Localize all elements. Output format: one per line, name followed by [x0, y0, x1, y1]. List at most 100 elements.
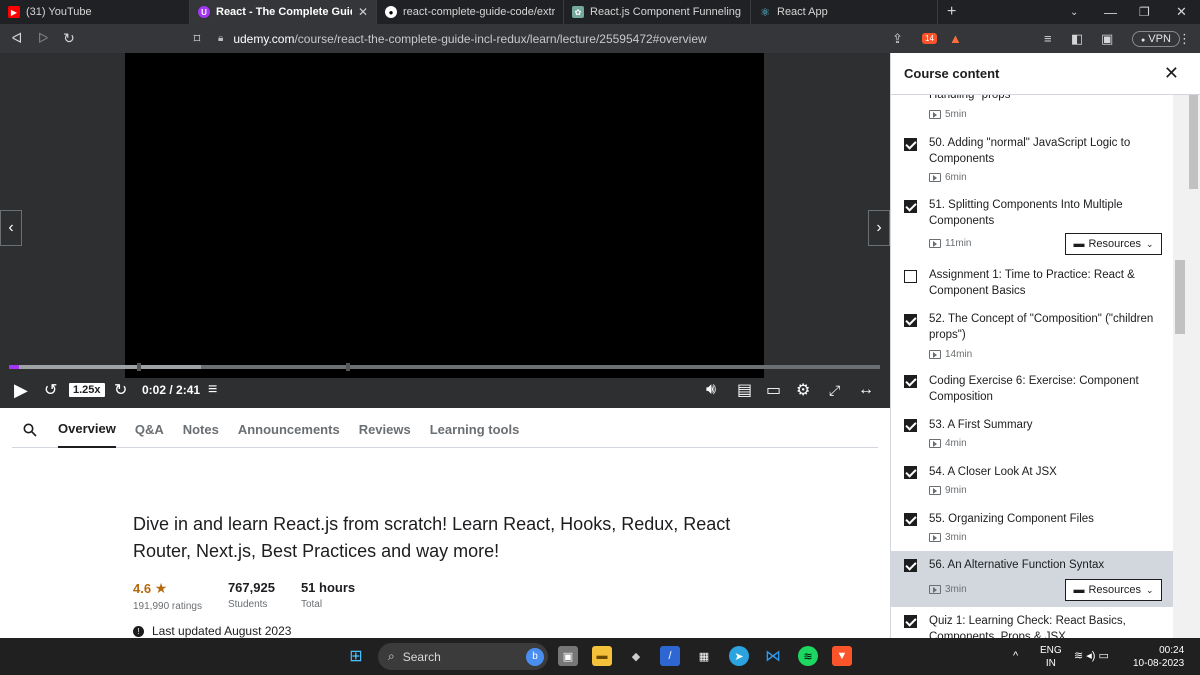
- store-icon[interactable]: ▦: [694, 646, 714, 666]
- tab-overview[interactable]: Overview: [58, 412, 116, 448]
- chevron-down-icon: ⌄: [1146, 238, 1154, 249]
- restore-button[interactable]: ❐: [1139, 0, 1150, 24]
- completed-checkbox[interactable]: [904, 314, 917, 327]
- windows-start-icon[interactable]: ⊞: [346, 646, 366, 666]
- sidebar-toggle-icon[interactable]: ◧: [1071, 24, 1083, 53]
- brave-rewards-icon[interactable]: ▲: [949, 24, 962, 53]
- close-tab-icon[interactable]: ✕: [352, 5, 368, 19]
- task-view-icon[interactable]: ▣: [558, 646, 578, 666]
- fullscreen-icon[interactable]: ⤢: [829, 382, 840, 399]
- back-icon[interactable]: ᐊ: [4, 30, 30, 47]
- tab-announcements[interactable]: Announcements: [238, 412, 340, 448]
- minimize-button[interactable]: —: [1104, 0, 1117, 24]
- new-tab-button[interactable]: +: [947, 0, 956, 24]
- page-scrollbar[interactable]: [1187, 95, 1200, 638]
- close-sidebar-icon[interactable]: ✕: [1164, 63, 1179, 84]
- url-field[interactable]: 🔒︎ udemy.com /course/react-the-complete-…: [218, 28, 968, 49]
- bookmark-icon[interactable]: ⌑: [184, 31, 210, 47]
- file-explorer-icon[interactable]: ▬: [592, 646, 612, 666]
- search-icon[interactable]: [12, 412, 48, 448]
- tab-qa[interactable]: Q&A: [135, 412, 164, 448]
- completed-checkbox[interactable]: [904, 615, 917, 628]
- playback-rate-button[interactable]: 1.25x: [69, 383, 105, 397]
- menu-icon[interactable]: ⋮: [1178, 24, 1191, 53]
- app-icon[interactable]: ◆: [626, 646, 646, 666]
- completed-checkbox[interactable]: [904, 466, 917, 479]
- transcript-icon[interactable]: ▤: [737, 380, 752, 400]
- list-item[interactable]: 50. Adding "normal" JavaScript Logic to …: [891, 128, 1174, 190]
- video-frame[interactable]: [125, 53, 764, 378]
- list-item[interactable]: Assignment 1: Time to Practice: React & …: [891, 262, 1174, 306]
- resources-button[interactable]: ▬ Resources ⌄: [1065, 233, 1162, 255]
- tab-udemy[interactable]: U React - The Complete Guide 2023 ✕: [190, 0, 377, 24]
- completed-checkbox[interactable]: [904, 270, 917, 283]
- completed-checkbox[interactable]: [904, 559, 917, 572]
- completed-checkbox[interactable]: [904, 419, 917, 432]
- spotify-icon[interactable]: ≋: [798, 646, 818, 666]
- taskbar-search-label: Search: [402, 649, 441, 664]
- list-item[interactable]: Quiz 1: Learning Check: React Basics, Co…: [891, 607, 1174, 638]
- brave-browser-icon[interactable]: ▼: [832, 646, 852, 666]
- sidebar-scrollbar[interactable]: [1173, 95, 1187, 638]
- course-content-sidebar: Course content ✕ Handling "props" 5min 5…: [890, 53, 1200, 638]
- list-item-current[interactable]: 56. An Alternative Function Syntax 3min …: [891, 551, 1174, 607]
- tab-learning-tools[interactable]: Learning tools: [430, 412, 520, 448]
- rewind-icon[interactable]: ↺: [44, 380, 57, 400]
- video-progress-bar[interactable]: [9, 363, 880, 371]
- list-item[interactable]: 55. Organizing Component Files 3min: [891, 508, 1174, 555]
- volume-icon[interactable]: 🔊︎: [706, 381, 716, 399]
- list-item[interactable]: 51. Splitting Components Into Multiple C…: [891, 190, 1174, 262]
- add-note-icon[interactable]: ≡: [208, 381, 217, 399]
- play-icon[interactable]: ▶: [14, 380, 28, 401]
- list-item[interactable]: 54. A Closer Look At JSX 9min: [891, 461, 1174, 508]
- brave-shield-icon[interactable]: 14: [922, 24, 937, 53]
- tab-youtube[interactable]: ▶ (31) YouTube: [0, 0, 190, 24]
- next-lecture-arrow-icon[interactable]: ›: [868, 210, 890, 246]
- lecture-title: 56. An Alternative Function Syntax: [929, 559, 1105, 571]
- completed-checkbox[interactable]: [904, 200, 917, 213]
- network-volume-battery[interactable]: ≋ ◂) ▭: [1074, 638, 1109, 675]
- completed-checkbox[interactable]: [904, 138, 917, 151]
- clock[interactable]: 00:24 10-08-2023: [1133, 638, 1184, 675]
- lecture-title: Coding Exercise 6: Exercise: Component C…: [929, 375, 1139, 403]
- ratings-count: 191,990 ratings: [133, 601, 202, 612]
- taskbar-search[interactable]: ⌕ Search b: [378, 643, 548, 670]
- tab-github[interactable]: ● react-complete-guide-code/extra-file: [377, 0, 564, 24]
- tray-overflow-icon[interactable]: ^: [1013, 638, 1018, 675]
- tab-react-app[interactable]: ⚛ React App: [751, 0, 938, 24]
- lecture-duration: 11min: [929, 238, 972, 249]
- captions-icon[interactable]: ▭: [766, 380, 781, 400]
- resources-label: Resources: [1088, 584, 1142, 596]
- language-indicator[interactable]: ENG IN: [1040, 638, 1062, 675]
- tab-search-chevron-icon[interactable]: ⌄: [1070, 0, 1078, 24]
- settings-gear-icon[interactable]: ⚙: [796, 380, 810, 400]
- completed-checkbox[interactable]: [904, 375, 917, 388]
- list-item[interactable]: 53. A First Summary 4min: [891, 414, 1174, 461]
- list-item[interactable]: 52. The Concept of "Composition" ("child…: [891, 306, 1174, 370]
- expand-icon[interactable]: ↔: [858, 381, 874, 399]
- sidebar-scrollbar-thumb[interactable]: [1175, 260, 1185, 334]
- tab-chatgpt[interactable]: ✿ React.js Component Funneling: [564, 0, 751, 24]
- vpn-button[interactable]: ● VPN: [1132, 24, 1180, 53]
- list-item[interactable]: Coding Exercise 6: Exercise: Component C…: [891, 370, 1174, 414]
- close-window-button[interactable]: ✕: [1176, 0, 1187, 24]
- video-icon: [929, 173, 941, 182]
- page-scrollbar-thumb[interactable]: [1189, 95, 1198, 189]
- notes-app-icon[interactable]: /: [660, 646, 680, 666]
- previous-lecture-arrow-icon[interactable]: ‹: [0, 210, 22, 246]
- vscode-icon[interactable]: ⋈: [763, 646, 783, 666]
- completed-checkbox[interactable]: [904, 513, 917, 526]
- playlist-icon[interactable]: ≡: [1044, 24, 1052, 53]
- forward-icon[interactable]: ↻: [114, 380, 127, 400]
- folder-icon: ▬: [1073, 584, 1085, 596]
- forward-icon[interactable]: ᐅ: [30, 30, 56, 47]
- chevron-down-icon: ⌄: [1146, 584, 1154, 595]
- telegram-icon[interactable]: ➤: [729, 646, 749, 666]
- tab-reviews[interactable]: Reviews: [359, 412, 411, 448]
- share-icon[interactable]: ⇪: [892, 24, 903, 53]
- resources-button[interactable]: ▬ Resources ⌄: [1065, 579, 1162, 601]
- wallet-icon[interactable]: ▣: [1101, 24, 1113, 53]
- tab-notes[interactable]: Notes: [183, 412, 219, 448]
- language-bottom: IN: [1045, 657, 1056, 669]
- reload-icon[interactable]: ↻: [56, 30, 82, 47]
